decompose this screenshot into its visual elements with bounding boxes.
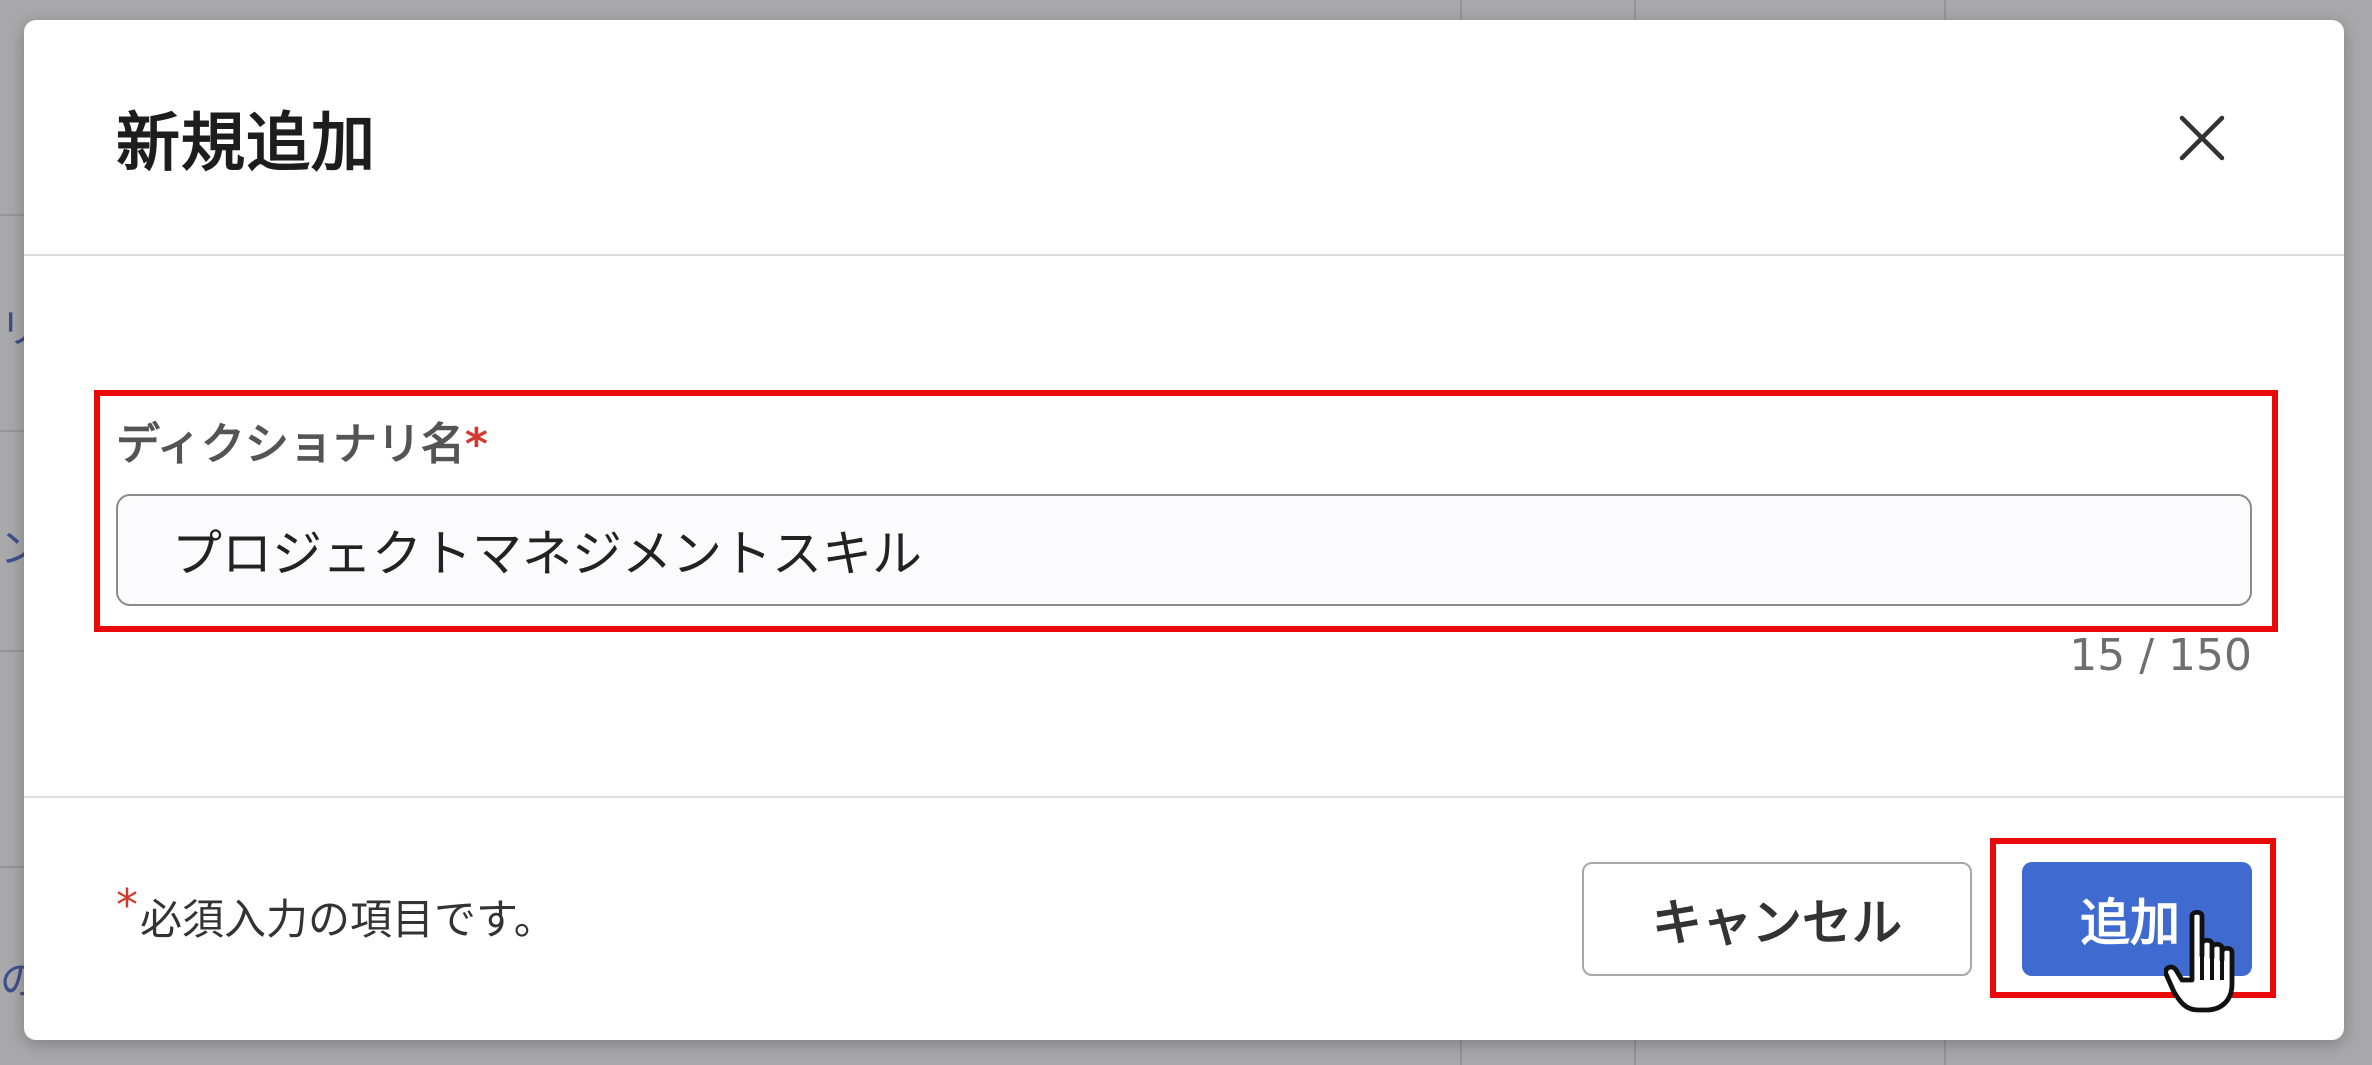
char-counter: 15 / 150 <box>2069 630 2252 681</box>
dictionary-name-label: ディクショナリ名* <box>116 408 488 472</box>
dialog-body: ディクショナリ名* 15 / 150 <box>24 258 2344 816</box>
required-note-text: 必須入力の項目です。 <box>140 895 556 944</box>
cancel-button[interactable]: キャンセル <box>1582 862 1972 976</box>
dictionary-name-input[interactable] <box>116 494 2252 606</box>
dialog-title: 新規追加 <box>116 107 376 181</box>
required-note: *必須入力の項目です。 <box>116 880 556 947</box>
dialog-footer: *必須入力の項目です。 キャンセル 追加 <box>24 796 2344 1040</box>
dialog-header: 新規追加 <box>24 20 2344 256</box>
required-mark: * <box>116 880 138 931</box>
field-label-text: ディクショナリ名 <box>116 419 465 470</box>
close-icon <box>2179 115 2225 161</box>
add-dialog: 新規追加 ディクショナリ名* 15 / 150 *必須入力の項目です。 キャンセ… <box>24 20 2344 1040</box>
hand-pointer-icon <box>2164 909 2235 1013</box>
required-mark: * <box>464 419 488 470</box>
close-button[interactable] <box>2164 100 2240 176</box>
